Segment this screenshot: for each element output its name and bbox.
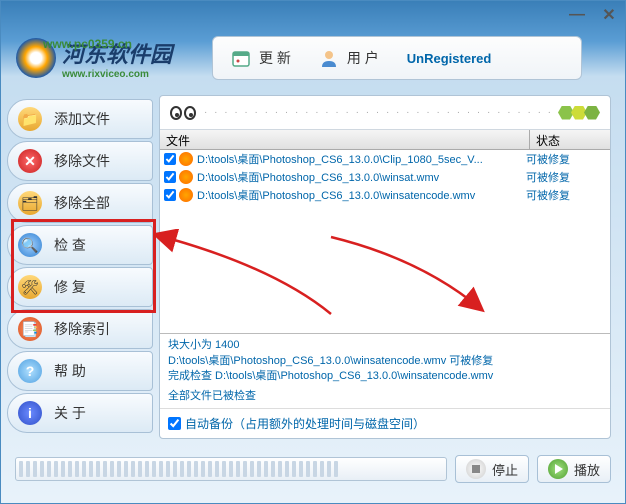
stop-label: 停止	[492, 460, 518, 479]
autobackup-checkbox[interactable]	[168, 417, 181, 430]
table-row[interactable]: D:\tools\桌面\Photoshop_CS6_13.0.0\winsat.…	[160, 168, 610, 186]
unregistered-label: UnRegistered	[407, 51, 492, 66]
remove-all-label: 移除全部	[54, 193, 110, 213]
play-icon	[548, 459, 568, 479]
log-line: 完成检查 D:\tools\桌面\Photoshop_CS6_13.0.0\wi…	[168, 369, 602, 384]
row-checkbox[interactable]	[164, 189, 176, 201]
row-checkbox[interactable]	[164, 171, 176, 183]
add-file-button[interactable]: 📁 添加文件	[7, 99, 153, 139]
divider-dots: · · · · · · · · · · · · · · · · · · · · …	[204, 107, 553, 118]
logo-subtitle: www.rixviceo.com	[62, 69, 172, 80]
stop-icon	[466, 459, 486, 479]
file-path: D:\tools\桌面\Photoshop_CS6_13.0.0\winsate…	[197, 187, 526, 203]
repair-icon: 🛠	[18, 275, 42, 299]
remove-icon: ✕	[18, 149, 42, 173]
titlebar: — ✕	[1, 1, 625, 29]
remove-file-button[interactable]: ✕ 移除文件	[7, 141, 153, 181]
add-file-label: 添加文件	[54, 109, 110, 129]
play-label: 播放	[574, 460, 600, 479]
log-panel: 块大小为 1400 D:\tools\桌面\Photoshop_CS6_13.0…	[160, 333, 610, 408]
logo: 河东软件园 www.rixviceo.com	[16, 37, 172, 80]
remove-index-label: 移除索引	[54, 319, 110, 339]
check-icon: 🔍	[18, 233, 42, 257]
help-label: 帮 助	[54, 361, 86, 381]
remove-all-button[interactable]: 🗂 移除全部	[7, 183, 153, 223]
file-list: D:\tools\桌面\Photoshop_CS6_13.0.0\Clip_10…	[160, 150, 610, 204]
table-header: 文件 状态	[160, 130, 610, 150]
repair-button[interactable]: 🛠 修 复	[7, 267, 153, 307]
folder-icon: 📁	[18, 107, 42, 131]
file-status: 可被修复	[526, 169, 606, 185]
body: 📁 添加文件 ✕ 移除文件 🗂 移除全部 🔍 检 查 🛠 修 复 📑 移除	[1, 87, 625, 447]
footer: 停止 播放	[1, 447, 625, 491]
column-file[interactable]: 文件	[160, 130, 530, 149]
sidebar: 📁 添加文件 ✕ 移除文件 🗂 移除全部 🔍 检 查 🛠 修 复 📑 移除	[7, 95, 153, 439]
play-button[interactable]: 播放	[537, 455, 611, 483]
log-line: 全部文件已被检查	[168, 389, 602, 404]
row-checkbox[interactable]	[164, 153, 176, 165]
autobackup-row: 自动备份（占用额外的处理时间与磁盘空间）	[160, 408, 610, 438]
info-icon: i	[18, 401, 42, 425]
log-line: 块大小为 1400	[168, 338, 602, 353]
table-row[interactable]: D:\tools\桌面\Photoshop_CS6_13.0.0\winsate…	[160, 186, 610, 204]
main-panel: · · · · · · · · · · · · · · · · · · · · …	[159, 95, 611, 439]
logo-title: 河东软件园	[62, 37, 172, 69]
update-label: 更 新	[259, 48, 291, 68]
remove-index-button[interactable]: 📑 移除索引	[7, 309, 153, 349]
file-icon	[179, 152, 193, 166]
about-label: 关 于	[54, 403, 86, 423]
column-status[interactable]: 状态	[530, 130, 610, 149]
log-line: D:\tools\桌面\Photoshop_CS6_13.0.0\winsate…	[168, 354, 602, 369]
app-window: — ✕ 河东软件园 www.rixviceo.com www.pc0359.cn…	[0, 0, 626, 504]
autobackup-label: 自动备份（占用额外的处理时间与磁盘空间）	[185, 415, 425, 432]
status-strip: · · · · · · · · · · · · · · · · · · · · …	[160, 96, 610, 130]
hex-icon	[561, 106, 600, 120]
help-icon: ?	[18, 359, 42, 383]
close-button[interactable]: ✕	[599, 5, 619, 25]
user-button[interactable]: 用 户	[319, 48, 379, 68]
logo-icon	[16, 38, 56, 78]
user-label: 用 户	[347, 48, 379, 68]
check-label: 检 查	[54, 235, 86, 255]
table-row[interactable]: D:\tools\桌面\Photoshop_CS6_13.0.0\Clip_10…	[160, 150, 610, 168]
file-path: D:\tools\桌面\Photoshop_CS6_13.0.0\Clip_10…	[197, 151, 526, 167]
file-icon	[179, 188, 193, 202]
help-button[interactable]: ? 帮 助	[7, 351, 153, 391]
file-status: 可被修复	[526, 151, 606, 167]
calendar-icon	[231, 48, 251, 68]
file-icon	[179, 170, 193, 184]
remove-file-label: 移除文件	[54, 151, 110, 171]
header: 河东软件园 www.rixviceo.com www.pc0359.cn 更 新…	[1, 29, 625, 87]
user-icon	[319, 48, 339, 68]
eyes-icon	[170, 106, 196, 120]
file-path: D:\tools\桌面\Photoshop_CS6_13.0.0\winsat.…	[197, 169, 526, 185]
minimize-button[interactable]: —	[567, 5, 587, 25]
update-button[interactable]: 更 新	[231, 48, 291, 68]
about-button[interactable]: i 关 于	[7, 393, 153, 433]
stop-button[interactable]: 停止	[455, 455, 529, 483]
file-status: 可被修复	[526, 187, 606, 203]
remove-index-icon: 📑	[18, 317, 42, 341]
remove-all-icon: 🗂	[18, 191, 42, 215]
progress-bar	[15, 457, 447, 481]
check-button[interactable]: 🔍 检 查	[7, 225, 153, 265]
top-panel: 更 新 用 户 UnRegistered	[212, 36, 582, 80]
repair-label: 修 复	[54, 277, 86, 297]
